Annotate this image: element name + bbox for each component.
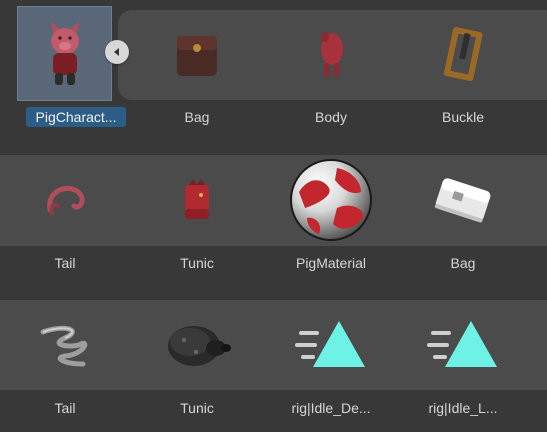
buckle-icon [418, 10, 508, 100]
asset-label: PigCharact... [26, 107, 126, 127]
asset-label: Tail [54, 255, 76, 271]
animation-clip-icon [418, 300, 508, 390]
pig-character-icon [20, 8, 110, 98]
asset-label: rig|Idle_De... [291, 400, 371, 416]
tail-icon [20, 155, 110, 245]
asset-label: Tunic [180, 255, 214, 271]
tunic-dark-icon [152, 300, 242, 390]
bag-icon [152, 10, 242, 100]
asset-label: Body [315, 109, 347, 125]
tunic-icon [152, 155, 242, 245]
bag-white-icon [418, 155, 508, 245]
asset-label: Bag [184, 109, 210, 125]
asset-label: Bag [450, 255, 476, 271]
asset-label: rig|Idle_L... [428, 400, 498, 416]
material-sphere-icon [286, 155, 376, 245]
asset-label: Tunic [180, 400, 214, 416]
collapse-left-icon[interactable] [105, 40, 129, 64]
tail-spiral-icon [20, 300, 110, 390]
asset-label: Tail [54, 400, 76, 416]
project-asset-grid: PigCharact... Bag Body Buckle Tail Tunic… [0, 0, 547, 432]
asset-label: Buckle [441, 109, 485, 125]
asset-label: PigMaterial [295, 255, 367, 271]
body-icon [286, 10, 376, 100]
animation-clip-icon [286, 300, 376, 390]
